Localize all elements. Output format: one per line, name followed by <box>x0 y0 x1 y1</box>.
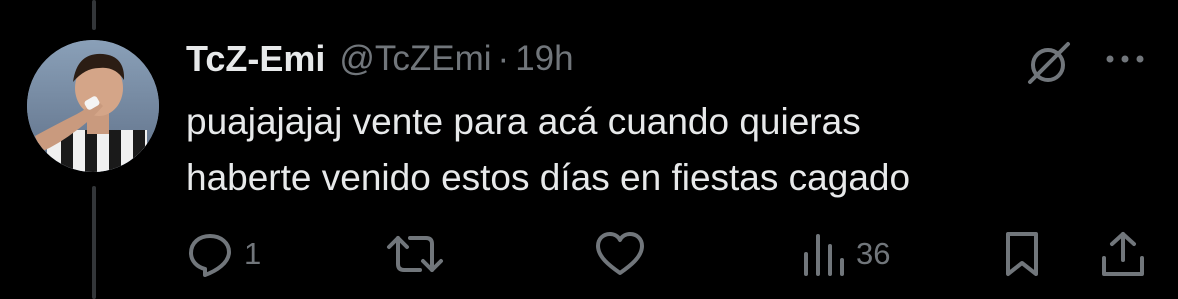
reply-button[interactable]: 1 <box>186 226 261 282</box>
user-handle[interactable]: @TcZEmi <box>339 39 491 79</box>
timestamp[interactable]: 19h <box>515 39 573 79</box>
retweet-button[interactable] <box>386 226 444 282</box>
display-name[interactable]: TcZ-Emi <box>186 38 325 80</box>
more-icon[interactable] <box>1100 44 1150 74</box>
like-button[interactable] <box>594 226 646 282</box>
tweet-text: puajajajaj vente para acá cuando quieras… <box>186 101 911 198</box>
thread-line-bottom <box>92 186 96 299</box>
separator-dot: · <box>497 39 510 78</box>
user-avatar[interactable] <box>27 40 159 172</box>
retweet-icon <box>386 230 444 278</box>
tweet-header: TcZ-Emi @TcZEmi · 19h <box>186 34 574 84</box>
views-count: 36 <box>856 236 891 271</box>
bookmark-button[interactable] <box>1000 226 1044 282</box>
share-button[interactable] <box>1098 226 1148 282</box>
bookmark-icon <box>1000 230 1044 278</box>
views-button[interactable]: 36 <box>800 226 890 282</box>
thread-line-top <box>92 0 96 30</box>
views-icon <box>800 230 846 278</box>
reply-count: 1 <box>244 236 262 271</box>
share-icon <box>1098 230 1148 278</box>
grok-icon[interactable] <box>1020 40 1076 86</box>
heart-icon <box>594 230 646 278</box>
reply-icon <box>186 230 234 278</box>
